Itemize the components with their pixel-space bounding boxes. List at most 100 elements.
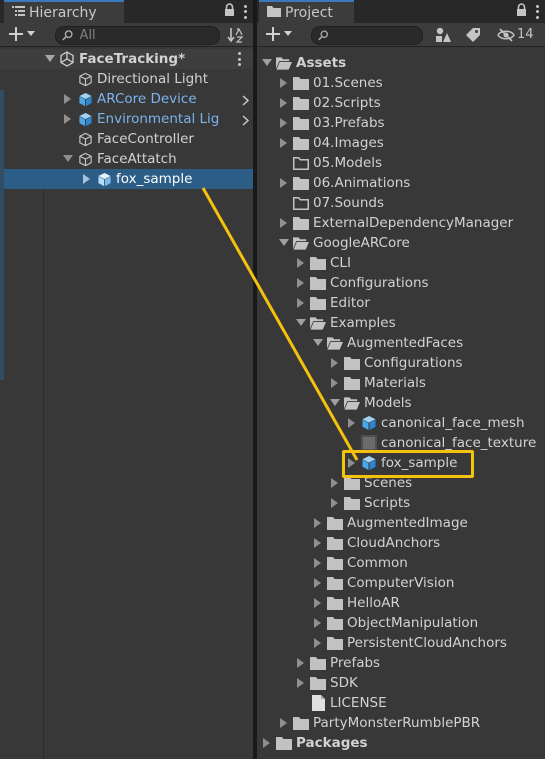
lock-icon[interactable] [224,3,235,20]
project-tree-item[interactable]: GoogleARCore [257,233,545,253]
collapsed-arrow-icon[interactable] [330,378,340,388]
project-tree-item[interactable]: LICENSE [257,693,545,713]
project-tree-item[interactable]: ComputerVision [257,573,545,593]
hierarchy-item-fox-sample[interactable]: fox_sample [4,169,253,189]
collapsed-arrow-icon[interactable] [279,138,289,148]
project-tree-item[interactable]: PersistentCloudAnchors [257,633,545,653]
collapsed-arrow-icon[interactable] [313,518,323,528]
expanded-arrow-icon[interactable] [262,58,272,68]
hierarchy-tree: FaceTracking* Directional Light ARCore D… [0,48,253,759]
collapsed-arrow-icon[interactable] [313,578,323,588]
hierarchy-search-input[interactable] [79,28,219,43]
project-tree-item[interactable]: Examples [257,313,545,333]
collapsed-arrow-icon[interactable] [279,118,289,128]
project-tree-item[interactable]: 02.Scripts [257,93,545,113]
collapsed-arrow-icon[interactable] [313,638,323,648]
project-tree-item[interactable]: Materials [257,373,545,393]
project-tree-item[interactable]: AugmentedImage [257,513,545,533]
collapsed-arrow-icon[interactable] [262,738,272,748]
project-tree-item[interactable]: CloudAnchors [257,533,545,553]
more-menu-icon[interactable] [535,4,539,19]
collapsed-arrow-icon[interactable] [296,658,306,668]
collapsed-arrow-icon[interactable] [296,298,306,308]
project-tree-item[interactable]: Scripts [257,493,545,513]
project-tree-item[interactable]: ExternalDependencyManager [257,213,545,233]
collapsed-arrow-icon[interactable] [63,94,73,104]
hidden-packages-toggle[interactable]: 14 [497,27,534,42]
collapsed-arrow-icon[interactable] [313,558,323,568]
expanded-arrow-icon[interactable] [330,398,340,408]
lock-icon[interactable] [516,3,527,20]
project-tree-item[interactable]: SDK [257,673,545,693]
collapsed-arrow-icon[interactable] [330,358,340,368]
collapsed-arrow-icon[interactable] [330,478,340,488]
chevron-right-icon[interactable] [242,114,250,130]
scene-menu-icon[interactable] [237,52,241,66]
chevron-right-icon[interactable] [242,94,250,110]
more-menu-icon[interactable] [243,4,247,19]
collapsed-arrow-icon[interactable] [313,598,323,608]
collapsed-arrow-icon[interactable] [296,258,306,268]
collapsed-arrow-icon[interactable] [296,278,306,288]
project-tree-item[interactable]: CLI [257,253,545,273]
project-tree-item[interactable]: 03.Prefabs [257,113,545,133]
expanded-arrow-icon[interactable] [313,338,323,348]
collapsed-arrow-icon[interactable] [347,418,357,428]
project-tree-item[interactable]: Prefabs [257,653,545,673]
collapsed-arrow-icon[interactable] [330,498,340,508]
filter-by-label-icon[interactable] [465,27,481,47]
project-tree-item[interactable]: Editor [257,293,545,313]
scene-row[interactable]: FaceTracking* [0,49,253,69]
project-tree-item[interactable]: ObjectManipulation [257,613,545,633]
collapsed-arrow-icon[interactable] [313,538,323,548]
create-button[interactable] [8,26,35,42]
collapsed-arrow-icon[interactable] [313,618,323,628]
collapsed-arrow-icon[interactable] [82,174,92,184]
project-tree-item[interactable]: AugmentedFaces [257,333,545,353]
hierarchy-item-faceattatch[interactable]: FaceAttatch [0,149,253,169]
collapsed-arrow-icon[interactable] [279,218,289,228]
project-tree-item[interactable]: Assets [257,53,545,73]
project-tree-item[interactable]: Configurations [257,273,545,293]
collapsed-arrow-icon[interactable] [279,78,289,88]
collapsed-arrow-icon[interactable] [279,98,289,108]
project-tree-item[interactable]: HelloAR [257,593,545,613]
project-tree-item[interactable]: 07.Sounds [257,193,545,213]
project-tree-item[interactable]: 04.Images [257,133,545,153]
collapsed-arrow-icon[interactable] [279,718,289,728]
project-tree-item[interactable]: Packages [257,733,545,753]
project-tree-item[interactable]: Scenes [257,473,545,493]
hierarchy-item-environmental-light[interactable]: Environmental Lig [0,109,253,129]
project-tree-item[interactable]: Configurations [257,353,545,373]
project-search-field[interactable] [311,26,423,45]
expanded-arrow-icon[interactable] [296,318,306,328]
expanded-arrow-icon[interactable] [279,238,289,248]
folder-icon [293,175,309,191]
sort-icon[interactable] [227,27,245,47]
collapsed-arrow-icon[interactable] [296,678,306,688]
create-asset-button[interactable] [265,26,292,42]
hierarchy-search-field[interactable] [55,26,220,45]
tab-hierarchy[interactable]: Hierarchy [4,0,124,23]
hierarchy-item-directional-light[interactable]: Directional Light [0,69,253,89]
filter-by-type-icon[interactable] [435,27,452,47]
hierarchy-item-arcore-device[interactable]: ARCore Device [0,89,253,109]
project-tree-item[interactable]: Models [257,393,545,413]
collapsed-arrow-icon[interactable] [279,178,289,188]
expanded-arrow-icon[interactable] [45,54,55,64]
collapsed-arrow-icon[interactable] [63,114,73,124]
project-tree: Assets 01.Scenes 02.Scripts 03.Prefabs 04.Im… [257,48,545,759]
project-search-input[interactable] [334,28,422,43]
project-tree-item[interactable]: fox_sample [257,453,545,473]
project-tree-item[interactable]: PartyMonsterRumblePBR [257,713,545,733]
project-tree-item[interactable]: 05.Models [257,153,545,173]
project-tree-item[interactable]: 06.Animations [257,173,545,193]
project-tree-item[interactable]: canonical_face_texture [257,433,545,453]
tab-project[interactable]: Project [259,0,354,23]
hierarchy-item-facecontroller[interactable]: FaceController [0,129,253,149]
project-tree-item[interactable]: 01.Scenes [257,73,545,93]
project-tree-item[interactable]: canonical_face_mesh [257,413,545,433]
collapsed-arrow-icon[interactable] [347,458,357,468]
expanded-arrow-icon[interactable] [63,154,73,164]
project-tree-item[interactable]: Common [257,553,545,573]
